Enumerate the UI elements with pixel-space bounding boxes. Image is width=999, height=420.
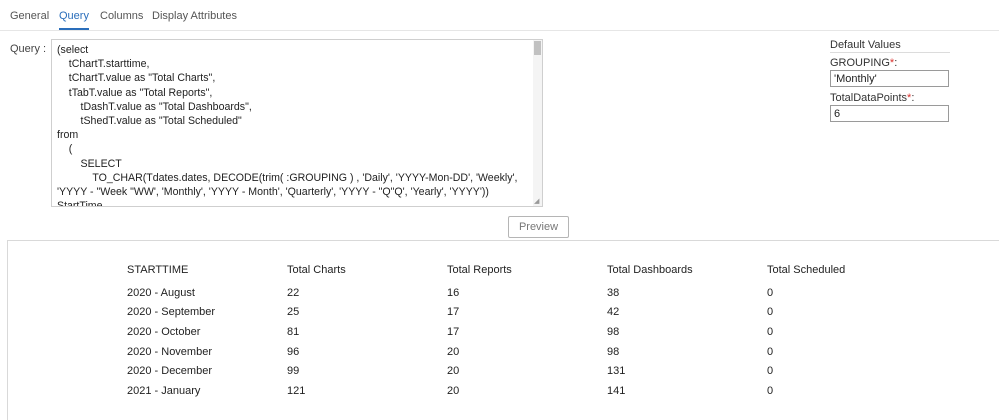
label-colon: : xyxy=(894,57,898,69)
cell-total-charts: 121 xyxy=(287,384,306,397)
cell-total-dashboards: 141 xyxy=(607,384,626,397)
cell-total-reports: 16 xyxy=(447,286,460,299)
column-header-total-charts: Total Charts xyxy=(287,264,346,276)
label-colon: : xyxy=(911,92,915,104)
cell-total-dashboards: 98 xyxy=(607,325,620,338)
cell-total-scheduled: 0 xyxy=(767,365,774,378)
cell-total-reports: 20 xyxy=(447,384,460,397)
table-row: 2020 - August 22 16 38 0 xyxy=(127,283,887,303)
cell-total-dashboards: 98 xyxy=(607,345,620,358)
preview-button[interactable]: Preview xyxy=(508,216,569,238)
default-values-title: Default Values xyxy=(830,39,901,51)
cell-total-dashboards: 42 xyxy=(607,306,620,319)
table-header-row: STARTTIME Total Charts Total Reports Tot… xyxy=(127,261,887,283)
cell-starttime: 2020 - November xyxy=(127,345,212,358)
cell-total-reports: 17 xyxy=(447,325,460,338)
tab-general[interactable]: General xyxy=(10,10,49,22)
query-editor[interactable]: (select tChartT.starttime, tChartT.value… xyxy=(51,39,543,207)
divider xyxy=(830,52,950,53)
table-row: 2020 - November 96 20 98 0 xyxy=(127,342,887,362)
cell-total-charts: 22 xyxy=(287,286,300,299)
total-data-points-input[interactable] xyxy=(830,105,949,122)
cell-total-reports: 17 xyxy=(447,306,460,319)
table-row: 2021 - January 121 20 141 0 xyxy=(127,381,887,401)
cell-total-reports: 20 xyxy=(447,345,460,358)
results-table: STARTTIME Total Charts Total Reports Tot… xyxy=(127,261,887,401)
cell-total-charts: 81 xyxy=(287,325,300,338)
table-row: 2020 - December 99 20 131 0 xyxy=(127,361,887,381)
tab-query[interactable]: Query xyxy=(59,10,89,30)
cell-total-charts: 96 xyxy=(287,345,300,358)
total-data-points-label: TotalDataPoints*: xyxy=(830,92,914,104)
cell-total-scheduled: 0 xyxy=(767,306,774,319)
query-scrollbar[interactable] xyxy=(533,40,542,206)
cell-starttime: 2020 - September xyxy=(127,306,216,319)
resize-handle-icon[interactable]: ◢ xyxy=(534,198,541,205)
table-row: 2020 - October 81 17 98 0 xyxy=(127,322,887,342)
cell-total-scheduled: 0 xyxy=(767,325,774,338)
column-header-total-dashboards: Total Dashboards xyxy=(607,264,693,276)
cell-total-scheduled: 0 xyxy=(767,286,774,299)
cell-total-charts: 25 xyxy=(287,306,300,319)
column-header-total-scheduled: Total Scheduled xyxy=(767,264,846,276)
grouping-input[interactable] xyxy=(830,70,949,87)
cell-total-dashboards: 131 xyxy=(607,365,626,378)
query-label: Query : xyxy=(10,43,47,55)
cell-starttime: 2021 - January xyxy=(127,384,201,397)
cell-total-scheduled: 0 xyxy=(767,345,774,358)
column-header-total-reports: Total Reports xyxy=(447,264,512,276)
query-scroll-thumb[interactable] xyxy=(534,41,541,55)
cell-starttime: 2020 - December xyxy=(127,365,212,378)
grouping-label: GROUPING*: xyxy=(830,57,897,69)
tab-bar: General Query Columns Display Attributes xyxy=(0,0,999,31)
column-header-starttime: STARTTIME xyxy=(127,264,189,276)
cell-total-charts: 99 xyxy=(287,365,300,378)
grouping-label-text: GROUPING xyxy=(830,57,890,69)
table-row: 2020 - September 25 17 42 0 xyxy=(127,303,887,323)
cell-starttime: 2020 - August xyxy=(127,286,195,299)
tab-columns[interactable]: Columns xyxy=(100,10,143,22)
cell-total-dashboards: 38 xyxy=(607,286,620,299)
cell-total-scheduled: 0 xyxy=(767,384,774,397)
cell-total-reports: 20 xyxy=(447,365,460,378)
query-text[interactable]: (select tChartT.starttime, tChartT.value… xyxy=(52,40,542,206)
cell-starttime: 2020 - October xyxy=(127,325,201,338)
total-data-points-label-text: TotalDataPoints xyxy=(830,92,908,104)
tab-display-attributes[interactable]: Display Attributes xyxy=(152,10,237,22)
